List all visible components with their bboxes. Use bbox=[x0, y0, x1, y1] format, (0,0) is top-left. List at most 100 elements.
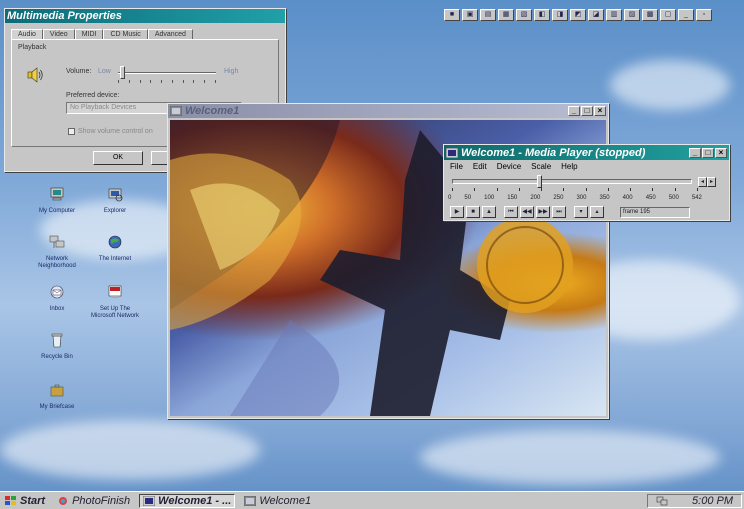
scale-label: 400 bbox=[622, 195, 633, 201]
transport-controls: ▶ ■ ▲ ⏮ ◀◀ ▶▶ ⏭ ▾ ▴ bbox=[450, 206, 604, 218]
cloud bbox=[0, 420, 260, 480]
quick-launch-icon[interactable]: _ bbox=[678, 9, 694, 21]
stop-button[interactable]: ▲ bbox=[482, 206, 496, 218]
rewind-button[interactable]: ◀◀ bbox=[520, 206, 534, 218]
preferred-device-label: Preferred device: bbox=[66, 92, 120, 99]
minimize-button[interactable]: _ bbox=[689, 147, 701, 158]
seek-scroll-buttons: ◂ ▸ bbox=[698, 177, 716, 187]
desktop-icon-recycle-bin[interactable]: Recycle Bin bbox=[30, 332, 84, 361]
video-window-titlebar[interactable]: Welcome1 _ □ × bbox=[168, 104, 608, 118]
media-player-titlebar[interactable]: Welcome1 - Media Player (stopped) _ □ × bbox=[444, 145, 729, 160]
quick-launch-icon[interactable]: ◪ bbox=[588, 9, 604, 21]
scale-label: 542 bbox=[691, 195, 702, 201]
show-volume-label: Show volume control on bbox=[78, 128, 153, 135]
tray-network-icon[interactable] bbox=[656, 496, 668, 506]
play-button[interactable]: ▶ bbox=[450, 206, 464, 218]
scale-labels: 0 50 100 150 200 250 300 350 400 450 500 542 bbox=[448, 195, 702, 201]
desktop-icon-my-computer[interactable]: My Computer bbox=[30, 186, 84, 215]
volume-slider-thumb[interactable] bbox=[120, 66, 125, 79]
video-window-title: Welcome1 bbox=[185, 105, 240, 117]
scale-ticks bbox=[452, 188, 698, 191]
menu-file[interactable]: File bbox=[450, 162, 463, 171]
clock[interactable]: 5:00 PM bbox=[692, 495, 733, 507]
maximize-button[interactable]: □ bbox=[581, 106, 593, 116]
close-button[interactable]: × bbox=[594, 106, 606, 116]
tab-audio[interactable]: Audio bbox=[11, 29, 43, 39]
quick-launch-icon[interactable]: ■ bbox=[444, 9, 460, 21]
desktop-icon-the-internet[interactable]: The Internet bbox=[88, 234, 142, 263]
desktop-icon-network-neighborhood[interactable]: Network Neighborhood bbox=[30, 234, 84, 270]
scale-label: 500 bbox=[668, 195, 679, 201]
maximize-button[interactable]: □ bbox=[702, 147, 714, 158]
dialog-title: Multimedia Properties bbox=[7, 10, 122, 22]
playback-section-label: Playback bbox=[18, 44, 47, 51]
taskbar: Start PhotoFinish Welcome1 - ... Welcome… bbox=[0, 491, 744, 509]
pause-button[interactable]: ■ bbox=[466, 206, 480, 218]
taskbar-item-label: Welcome1 bbox=[259, 494, 312, 507]
taskbar-item-photofinish[interactable]: PhotoFinish bbox=[54, 494, 133, 508]
mark-in-button[interactable]: ▾ bbox=[574, 206, 588, 218]
dialog-tabs: Audio Video MIDI CD Music Advanced bbox=[11, 29, 279, 39]
scale-label: 0 bbox=[448, 195, 452, 201]
desktop-icon-inbox[interactable]: Inbox bbox=[30, 284, 84, 313]
next-mark-button[interactable]: ⏭ bbox=[552, 206, 566, 218]
desktop-icon-set-up-msn[interactable]: Set Up The Microsoft Network bbox=[88, 284, 142, 320]
quick-launch-icon[interactable]: ▢ bbox=[660, 9, 676, 21]
quick-launch-icon[interactable]: ◧ bbox=[534, 9, 550, 21]
show-volume-checkbox[interactable]: Show volume control on bbox=[68, 128, 153, 135]
menu-edit[interactable]: Edit bbox=[473, 162, 487, 171]
fast-forward-button[interactable]: ▶▶ bbox=[536, 206, 550, 218]
menu-scale[interactable]: Scale bbox=[531, 162, 551, 171]
inbox-icon bbox=[50, 285, 64, 299]
quick-launch-icon[interactable]: ▥ bbox=[606, 9, 622, 21]
desktop-icon-label: Network Neighborhood bbox=[38, 256, 76, 269]
ok-button[interactable]: OK bbox=[93, 151, 143, 165]
prev-mark-button[interactable]: ⏮ bbox=[504, 206, 518, 218]
media-player-menubar: File Edit Device Scale Help bbox=[444, 160, 729, 173]
desktop-icon-explorer[interactable]: Explorer bbox=[88, 186, 142, 215]
scale-label: 200 bbox=[530, 195, 541, 201]
desktop-icon-label: Set Up The Microsoft Network bbox=[90, 306, 139, 319]
video-window-icon bbox=[244, 495, 257, 506]
minimize-button[interactable]: _ bbox=[568, 106, 580, 116]
volume-low-label: Low bbox=[98, 68, 111, 75]
quick-launch-icon[interactable]: ◨ bbox=[552, 9, 568, 21]
desktop-icon-my-briefcase[interactable]: My Briefcase bbox=[30, 382, 84, 411]
desktop-icon-label: My Briefcase bbox=[39, 404, 75, 410]
quick-launch-icon[interactable]: ◩ bbox=[570, 9, 586, 21]
tab-advanced[interactable]: Advanced bbox=[147, 29, 193, 39]
cloud bbox=[420, 430, 720, 485]
seek-bar[interactable] bbox=[452, 175, 692, 188]
tab-cd-music[interactable]: CD Music bbox=[103, 29, 148, 39]
quick-launch-icon[interactable]: ▨ bbox=[624, 9, 640, 21]
scroll-left-button[interactable]: ◂ bbox=[698, 177, 707, 187]
start-label: Start bbox=[20, 494, 46, 507]
taskbar-item-welcome-media[interactable]: Welcome1 - ... bbox=[139, 493, 236, 508]
tab-video[interactable]: Video bbox=[42, 29, 75, 39]
taskbar-item-welcome[interactable]: Welcome1 bbox=[241, 494, 314, 508]
close-button[interactable]: × bbox=[715, 147, 727, 158]
dialog-titlebar[interactable]: Multimedia Properties bbox=[5, 9, 285, 23]
scale-label: 350 bbox=[599, 195, 610, 201]
start-button[interactable]: Start bbox=[2, 494, 48, 508]
computer-icon bbox=[50, 187, 64, 201]
seek-thumb[interactable] bbox=[537, 175, 543, 188]
checkbox-icon[interactable] bbox=[68, 128, 75, 135]
quick-launch-icon[interactable]: ▫ bbox=[696, 9, 712, 21]
scroll-right-button[interactable]: ▸ bbox=[707, 177, 716, 187]
quick-launch-icon[interactable]: ▤ bbox=[480, 9, 496, 21]
media-player-window: Welcome1 - Media Player (stopped) _ □ × … bbox=[443, 144, 730, 221]
scale-label: 50 bbox=[464, 195, 472, 201]
quick-launch-icon[interactable]: ▧ bbox=[516, 9, 532, 21]
system-tray: 5:00 PM bbox=[647, 493, 742, 508]
mark-out-button[interactable]: ▴ bbox=[590, 206, 604, 218]
frame-readout: frame 195 bbox=[620, 207, 690, 218]
volume-slider[interactable] bbox=[118, 66, 216, 79]
quick-launch-icon[interactable]: ▣ bbox=[462, 9, 478, 21]
desktop-icon-label: The Internet bbox=[98, 256, 132, 262]
quick-launch-icon[interactable]: ▩ bbox=[642, 9, 658, 21]
quick-launch-icon[interactable]: ▦ bbox=[498, 9, 514, 21]
menu-help[interactable]: Help bbox=[561, 162, 577, 171]
menu-device[interactable]: Device bbox=[497, 162, 521, 171]
tab-midi[interactable]: MIDI bbox=[74, 29, 104, 39]
